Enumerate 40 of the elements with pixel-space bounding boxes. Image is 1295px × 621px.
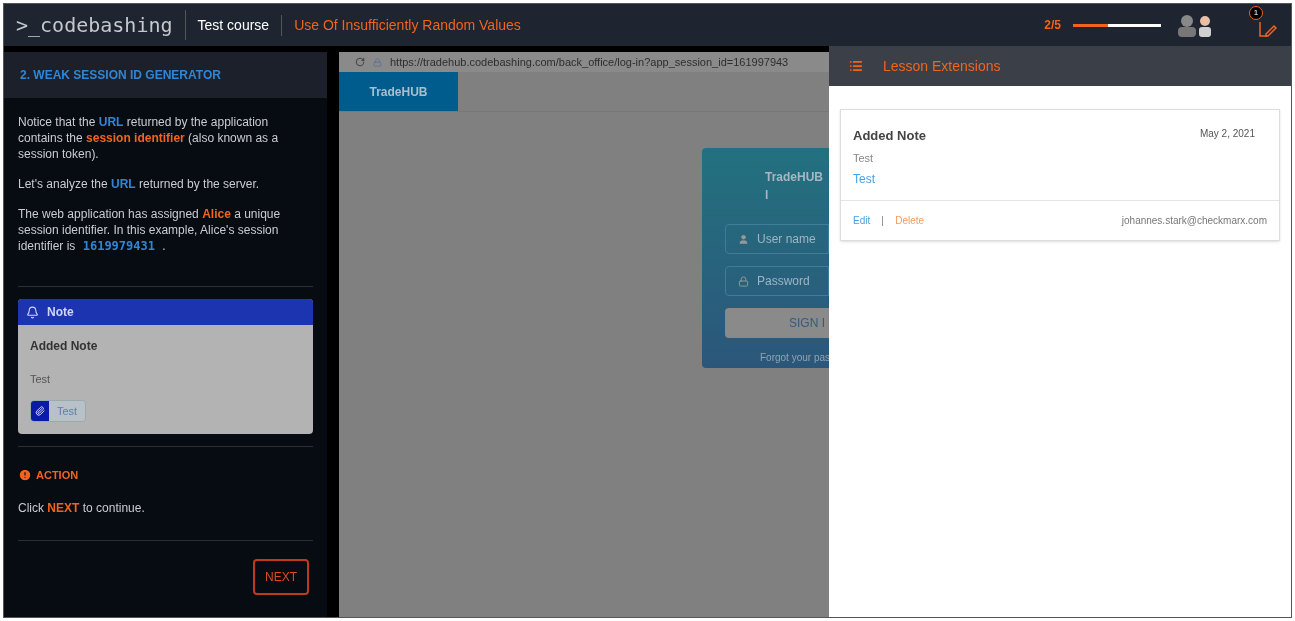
note-title: Added Note (30, 338, 99, 355)
delete-link[interactable]: Delete (895, 213, 925, 228)
alert-icon (18, 468, 32, 483)
url-text: https://tradehub.codebashing.com/back_office/log-in?app_session_id=161997943 (390, 54, 789, 70)
edit-link[interactable]: Edit (853, 213, 871, 228)
avatars-icon (1177, 13, 1213, 37)
action-title: ACTION (36, 468, 79, 483)
sign-in-button[interactable]: SIGN I (725, 308, 829, 338)
username-field[interactable]: User name (725, 224, 829, 254)
instruction-text: Let's analyze the URL returned by the server. (18, 176, 261, 192)
extensions-title: Lesson Extensions (883, 56, 1001, 76)
instruction-text: Notice that the URL returned by the application contains the session identifier (also known as a session token). (18, 114, 280, 162)
paperclip-icon (35, 405, 45, 416)
note-date: May 2, 2021 (1199, 127, 1256, 141)
login-title: TradeHUB l (764, 169, 824, 204)
author-email: johannes.stark@checkmarx.com (1121, 214, 1267, 228)
instruction-text: The web application has assigned Alice a unique session identifier. In this example, Alice's session identifier is 1619979431 . (18, 206, 282, 254)
forgot-password-link[interactable]: Forgot your pas (725, 350, 829, 365)
logo: >_codebashing (16, 10, 186, 40)
note-body: Test (30, 372, 52, 387)
note-header-text: Note (47, 304, 74, 321)
bell-icon (26, 305, 39, 319)
lock-icon (738, 275, 749, 287)
brand-text: TradeHUB (369, 83, 428, 101)
notification-badge: 1 (1249, 6, 1263, 20)
action-text: Click NEXT to continue. (18, 499, 146, 516)
note-entry-link[interactable]: Test (853, 170, 875, 188)
lesson-title: Use Of Insufficiently Random Values (293, 15, 522, 35)
password-field[interactable]: Password (725, 266, 829, 296)
reload-icon[interactable] (355, 57, 365, 67)
section-title: 2. WEAK SESSION ID GENERATOR (20, 67, 221, 84)
next-button[interactable]: NEXT (253, 558, 309, 595)
progress-text: 2/5 (1044, 17, 1061, 34)
user-icon (738, 233, 749, 245)
list-icon (849, 59, 863, 73)
note-entry-title: Added Note (853, 127, 927, 145)
course-title: Test course (185, 14, 283, 36)
lock-icon (373, 57, 382, 67)
attachment-chip[interactable]: Test (30, 399, 87, 422)
note-entry-body: Test (853, 150, 875, 166)
